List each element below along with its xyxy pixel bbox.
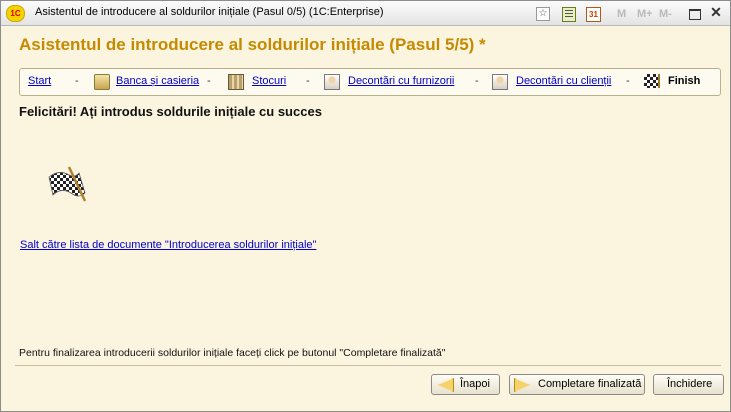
step-separator: - (207, 75, 211, 87)
arrow-right-icon (514, 378, 530, 392)
memory-plus-button[interactable]: M+ (637, 6, 653, 22)
wizard-window: 1C Asistentul de introducere al solduril… (0, 0, 731, 412)
supplier-person-icon (324, 74, 340, 90)
close-button[interactable]: Închidere (653, 374, 724, 395)
window-title: Asistentul de introducere al soldurilor … (35, 6, 384, 18)
calendar-icon[interactable]: 31 (586, 7, 601, 22)
step-separator: - (75, 75, 79, 87)
completion-hint: Pentru finalizarea introducerii solduril… (19, 347, 446, 359)
step-separator: - (306, 75, 310, 87)
step-bank-link[interactable]: Banca și casieria (116, 75, 199, 87)
step-separator: - (626, 75, 630, 87)
finish-flag-icon (48, 166, 87, 202)
memory-minus-button[interactable]: M- (659, 6, 672, 22)
success-message: Felicitări! Ați introdus soldurile iniți… (19, 104, 322, 119)
complete-button-label: Completare finalizată (538, 378, 642, 390)
checkered-flag-icon (644, 74, 660, 88)
wizard-heading: Asistentul de introducere al soldurilor … (19, 35, 486, 54)
calculator-icon[interactable] (562, 7, 576, 22)
documents-list-link[interactable]: Salt către lista de documente "Introduce… (20, 239, 316, 251)
step-start-link[interactable]: Start (28, 75, 51, 87)
step-finish-current: Finish (668, 75, 701, 87)
arrow-left-icon (438, 378, 454, 392)
step-suppliers-link[interactable]: Decontări cu furnizorii (348, 75, 454, 87)
footer-divider (15, 365, 721, 366)
steps-bar: Start - Banca și casieria - Stocuri - De… (19, 68, 721, 96)
favorite-star-icon[interactable]: ☆ (536, 7, 550, 21)
maximize-icon[interactable] (689, 9, 701, 20)
memory-m-button[interactable]: M (617, 6, 626, 22)
step-stocks-link[interactable]: Stocuri (252, 75, 286, 87)
warehouse-icon (228, 74, 244, 90)
close-button-label: Închidere (667, 378, 713, 390)
back-button[interactable]: Înapoi (431, 374, 500, 395)
bank-icon (94, 74, 110, 90)
back-button-label: Înapoi (460, 378, 490, 390)
close-icon[interactable]: ✕ (708, 4, 724, 20)
step-customers-link[interactable]: Decontări cu clienții (516, 75, 611, 87)
app-logo-icon[interactable]: 1C (6, 5, 25, 22)
complete-button[interactable]: Completare finalizată (509, 374, 645, 395)
title-bar: 1C Asistentul de introducere al solduril… (1, 1, 730, 26)
step-separator: - (475, 75, 479, 87)
customer-person-icon (492, 74, 508, 90)
